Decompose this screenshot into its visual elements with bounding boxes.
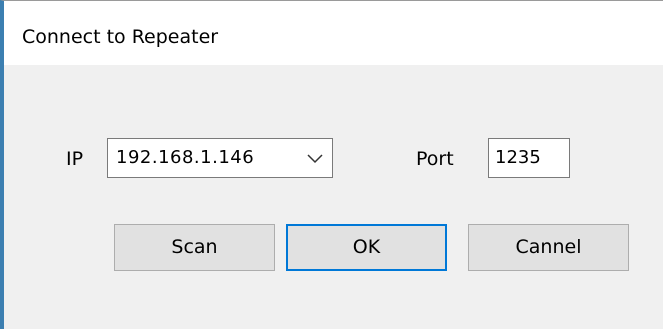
ip-value[interactable]: 192.168.1.146 [116, 147, 254, 169]
window-title: Connect to Repeater [22, 26, 219, 48]
ip-label: IP [66, 148, 84, 170]
ip-combobox[interactable]: 192.168.1.146 [107, 138, 333, 178]
title-bar[interactable]: Connect to Repeater [4, 1, 663, 65]
port-input[interactable]: 1235 [488, 138, 570, 178]
connect-dialog: Connect to Repeater IP 192.168.1.146 Por… [0, 0, 663, 329]
scan-button[interactable]: Scan [114, 224, 275, 271]
ok-button[interactable]: OK [286, 224, 447, 271]
port-value[interactable]: 1235 [495, 147, 541, 169]
cancel-button[interactable]: Cannel [468, 224, 629, 271]
port-label: Port [416, 148, 454, 170]
chevron-down-icon[interactable] [304, 146, 326, 170]
